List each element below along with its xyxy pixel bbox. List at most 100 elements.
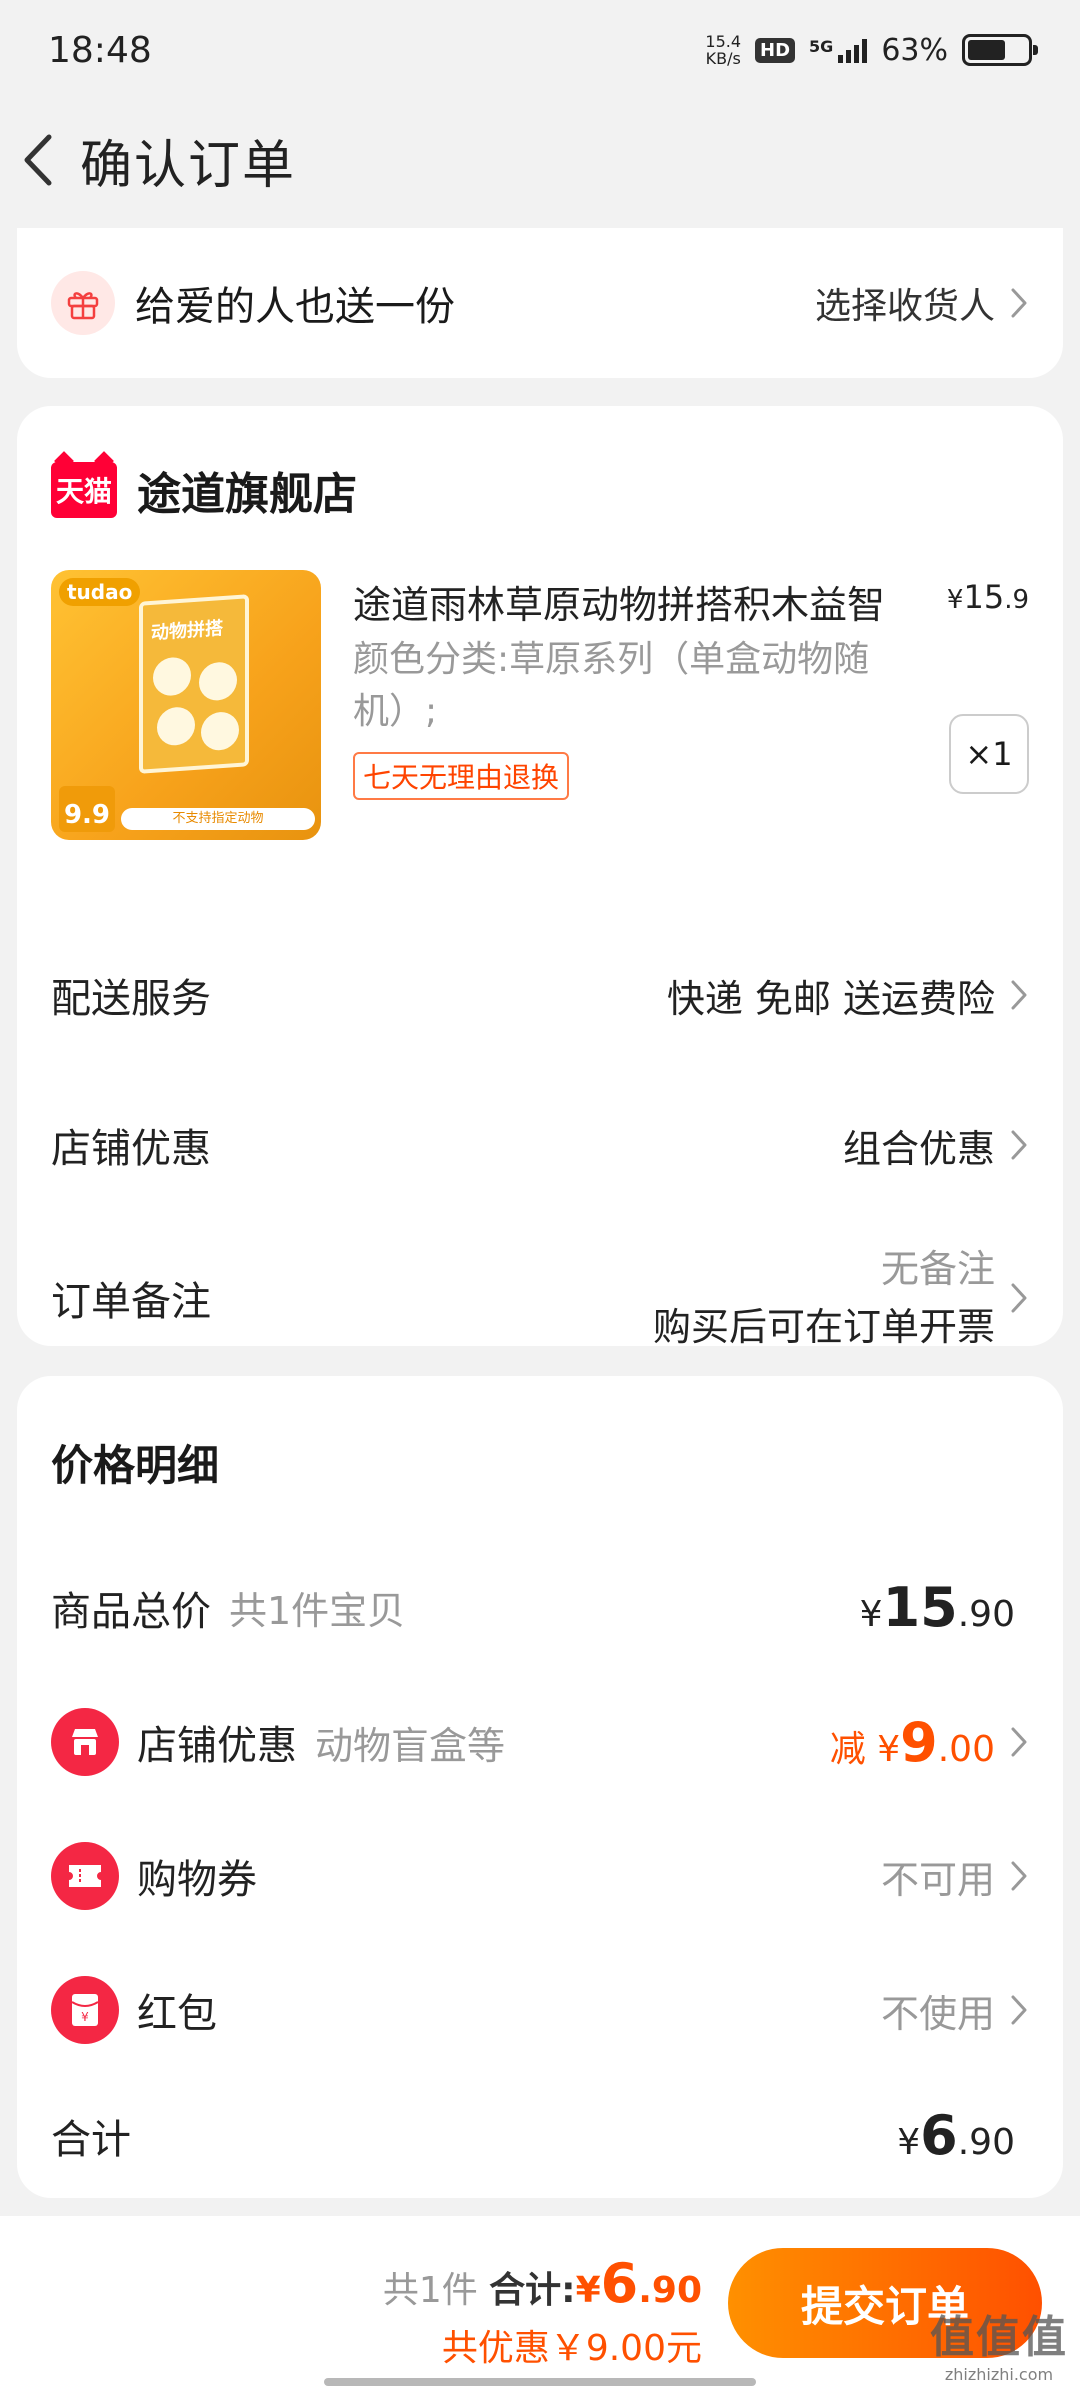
product-image[interactable]: tudao 动物拼搭 9.9 不支持指定动物 bbox=[51, 570, 321, 840]
status-time: 18:48 bbox=[48, 29, 152, 71]
svg-text:¥: ¥ bbox=[81, 2010, 89, 2024]
shop-header[interactable]: 天猫 途道旗舰店 bbox=[51, 458, 357, 522]
back-icon[interactable] bbox=[14, 128, 62, 192]
amount-dec: .90 bbox=[957, 1594, 1015, 1635]
price-dec: .9 bbox=[1004, 585, 1029, 615]
chevron-right-icon bbox=[1011, 1130, 1027, 1160]
total-savings: 共优惠￥9.00元 bbox=[441, 2328, 702, 2369]
shop-discount-label: 店铺优惠 bbox=[51, 1126, 211, 1172]
amount-symbol: ¥ bbox=[575, 2270, 601, 2311]
chevron-right-icon bbox=[1011, 1283, 1027, 1313]
amount-dec: .00 bbox=[937, 1728, 995, 1770]
quantity-stepper[interactable]: ×1 bbox=[949, 714, 1029, 794]
hd-icon: HD bbox=[755, 37, 796, 63]
amount-symbol: ¥ bbox=[897, 2122, 921, 2163]
remark-invoice-note: 购买后可在订单开票 bbox=[652, 1305, 995, 1349]
goods-total-amount: ¥15.90 bbox=[860, 1576, 1015, 1639]
network-speed-value: 15.4 bbox=[705, 32, 742, 51]
discount-prefix: 减 ¥ bbox=[829, 1728, 901, 1770]
amount-dec: .90 bbox=[638, 2270, 702, 2311]
shop-discount-value: 组合优惠 bbox=[842, 1126, 995, 1171]
gift-icon bbox=[51, 271, 115, 335]
checkout-summary: 共1件 合计:¥6.90 共优惠￥9.00元 bbox=[383, 2252, 702, 2371]
chevron-right-icon bbox=[1011, 980, 1027, 1010]
page-title: 确认订单 bbox=[80, 135, 297, 196]
shop-discount-row[interactable]: 店铺优惠 组合优惠 bbox=[51, 1116, 1029, 1174]
shop-name: 途道旗舰店 bbox=[137, 469, 357, 520]
shop-discount-detail-row[interactable]: 店铺优惠 动物盲盒等 减 ¥9.00 bbox=[51, 1708, 1029, 1776]
chevron-right-icon bbox=[1011, 1995, 1027, 2025]
gift-row[interactable]: 给爱的人也送一份 选择收货人 bbox=[17, 228, 1063, 378]
delivery-label: 配送服务 bbox=[51, 976, 211, 1022]
order-remark-label: 订单备注 bbox=[51, 1279, 211, 1325]
product-spec[interactable]: 颜色分类:草原系列（单盒动物随机）; bbox=[353, 634, 953, 738]
checkout-bar: 共1件 合计:¥6.90 共优惠￥9.00元 提交订单 值值值 zhizhizh… bbox=[0, 2216, 1080, 2400]
amount-int: 15 bbox=[882, 1576, 958, 1639]
network-type: 5G bbox=[809, 37, 834, 56]
product-title[interactable]: 途道雨林草原动物拼搭积木益智 bbox=[353, 574, 953, 629]
red-packet-icon: ¥ bbox=[51, 1976, 119, 2044]
thumb-price: 9.9 bbox=[59, 786, 115, 832]
nav-bar: 确认订单 bbox=[0, 110, 1080, 210]
amount-int: 6 bbox=[920, 2104, 958, 2167]
status-bar: 18:48 15.4 KB/s HD 5G 63% bbox=[0, 0, 1080, 100]
home-indicator[interactable] bbox=[324, 2378, 756, 2386]
amount-symbol: ¥ bbox=[859, 1594, 883, 1635]
thumb-product-box: 动物拼搭 bbox=[139, 594, 249, 774]
total-amount: ¥6.90 bbox=[897, 2104, 1015, 2167]
tmall-logo-icon: 天猫 bbox=[51, 462, 117, 518]
chevron-right-icon bbox=[1011, 1727, 1027, 1757]
total-label: 合计 bbox=[51, 2116, 131, 2163]
watermark-url: zhizhizhi.com bbox=[944, 2365, 1054, 2384]
battery-icon bbox=[962, 34, 1038, 66]
coupon-value: 不可用 bbox=[880, 1857, 995, 1902]
goods-total-label: 商品总价 bbox=[51, 1588, 211, 1635]
red-packet-label: 红包 bbox=[137, 1991, 217, 2037]
coupon-icon bbox=[51, 1842, 119, 1910]
store-icon bbox=[51, 1708, 119, 1776]
signal-icon: 5G bbox=[809, 37, 868, 63]
thumb-box-title: 动物拼搭 bbox=[151, 617, 223, 645]
price-detail-card: 价格明细 商品总价 共1件宝贝 ¥15.90 店铺优惠 动物盲盒等 减 ¥9.0… bbox=[17, 1376, 1063, 2198]
goods-count-note: 共1件宝贝 bbox=[229, 1589, 406, 1633]
product-price: ¥15.9 bbox=[947, 578, 1029, 616]
coupon-row[interactable]: 购物券 不可用 bbox=[51, 1842, 1029, 1910]
price-int: 15 bbox=[963, 578, 1005, 616]
checkout-total-line: 共1件 合计:¥6.90 bbox=[383, 2252, 702, 2315]
order-remark-row[interactable]: 订单备注 无备注 购买后可在订单开票 bbox=[51, 1240, 1029, 1356]
thumb-footer: 不支持指定动物 bbox=[121, 808, 315, 830]
network-speed-unit: KB/s bbox=[705, 49, 741, 68]
chevron-right-icon bbox=[1011, 1861, 1027, 1891]
price-symbol: ¥ bbox=[946, 585, 964, 615]
battery-level bbox=[968, 40, 1005, 60]
amount-int: 9 bbox=[900, 1710, 938, 1774]
delivery-value: 快递 免邮 送运费险 bbox=[666, 976, 995, 1021]
shop-order-card: 天猫 途道旗舰店 tudao 动物拼搭 9.9 不支持指定动物 途道雨林草原动物… bbox=[17, 406, 1063, 1349]
watermark-logo: 值值值 bbox=[930, 2312, 1068, 2363]
sum-label: 合计: bbox=[489, 2270, 576, 2311]
amount-dec: .90 bbox=[957, 2122, 1015, 2163]
price-detail-title: 价格明细 bbox=[51, 1441, 220, 1490]
remark-placeholder: 无备注 bbox=[880, 1247, 995, 1291]
total-row: 合计 ¥6.90 bbox=[51, 2104, 1029, 2167]
amount-int: 6 bbox=[600, 2252, 639, 2315]
battery-percent: 63% bbox=[881, 32, 948, 68]
delivery-row[interactable]: 配送服务 快递 免邮 送运费险 bbox=[51, 966, 1029, 1024]
sum-amount: ¥6.90 bbox=[575, 2252, 702, 2315]
return-policy-tag: 七天无理由退换 bbox=[353, 752, 570, 800]
shop-discount-amount: 减 ¥9.00 bbox=[830, 1711, 995, 1774]
gift-text: 给爱的人也送一份 bbox=[135, 284, 455, 330]
thumb-brand-logo: tudao bbox=[59, 578, 141, 606]
item-count: 共1件 bbox=[382, 2270, 478, 2311]
choose-recipient-link[interactable]: 选择收货人 bbox=[815, 277, 995, 329]
network-speed: 15.4 KB/s bbox=[705, 33, 741, 67]
shop-discount-note: 动物盲盒等 bbox=[315, 1723, 506, 1768]
order-remark-value: 无备注 购买后可在订单开票 bbox=[653, 1240, 995, 1356]
status-indicators: 15.4 KB/s HD 5G 63% bbox=[705, 32, 1038, 68]
red-packet-row[interactable]: ¥ 红包 不使用 bbox=[51, 1976, 1029, 2044]
goods-total-row: 商品总价 共1件宝贝 ¥15.90 bbox=[51, 1576, 1029, 1639]
red-packet-value: 不使用 bbox=[880, 1991, 995, 2036]
coupon-label: 购物券 bbox=[137, 1857, 257, 1903]
shop-discount-detail-label: 店铺优惠 bbox=[137, 1723, 297, 1769]
watermark: 值值值 zhizhizhi.com bbox=[930, 2301, 1068, 2384]
